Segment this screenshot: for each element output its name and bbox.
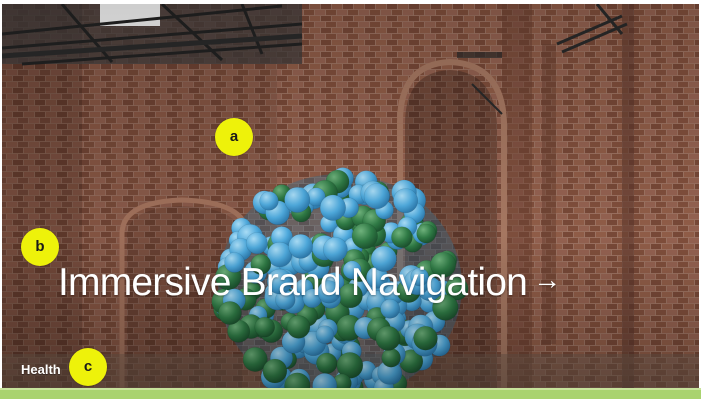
hero-banner[interactable]: Immersive Brand Navigation → Health: [2, 4, 699, 388]
arrow-right-icon: →: [533, 264, 561, 295]
hero-headline-text: Immersive Brand Navigation: [58, 261, 528, 304]
annotation-marker-b: b: [21, 228, 59, 266]
category-label-health[interactable]: Health: [21, 362, 61, 377]
bottom-accent-line: [0, 388, 701, 390]
hero-background-image: [2, 4, 699, 388]
bottom-accent-bar: [0, 388, 701, 399]
page-frame: Immersive Brand Navigation → Health a b c: [0, 0, 701, 399]
annotation-marker-c: c: [69, 348, 107, 386]
hero-headline-link[interactable]: Immersive Brand Navigation →: [58, 256, 561, 307]
annotation-marker-a: a: [215, 118, 253, 156]
